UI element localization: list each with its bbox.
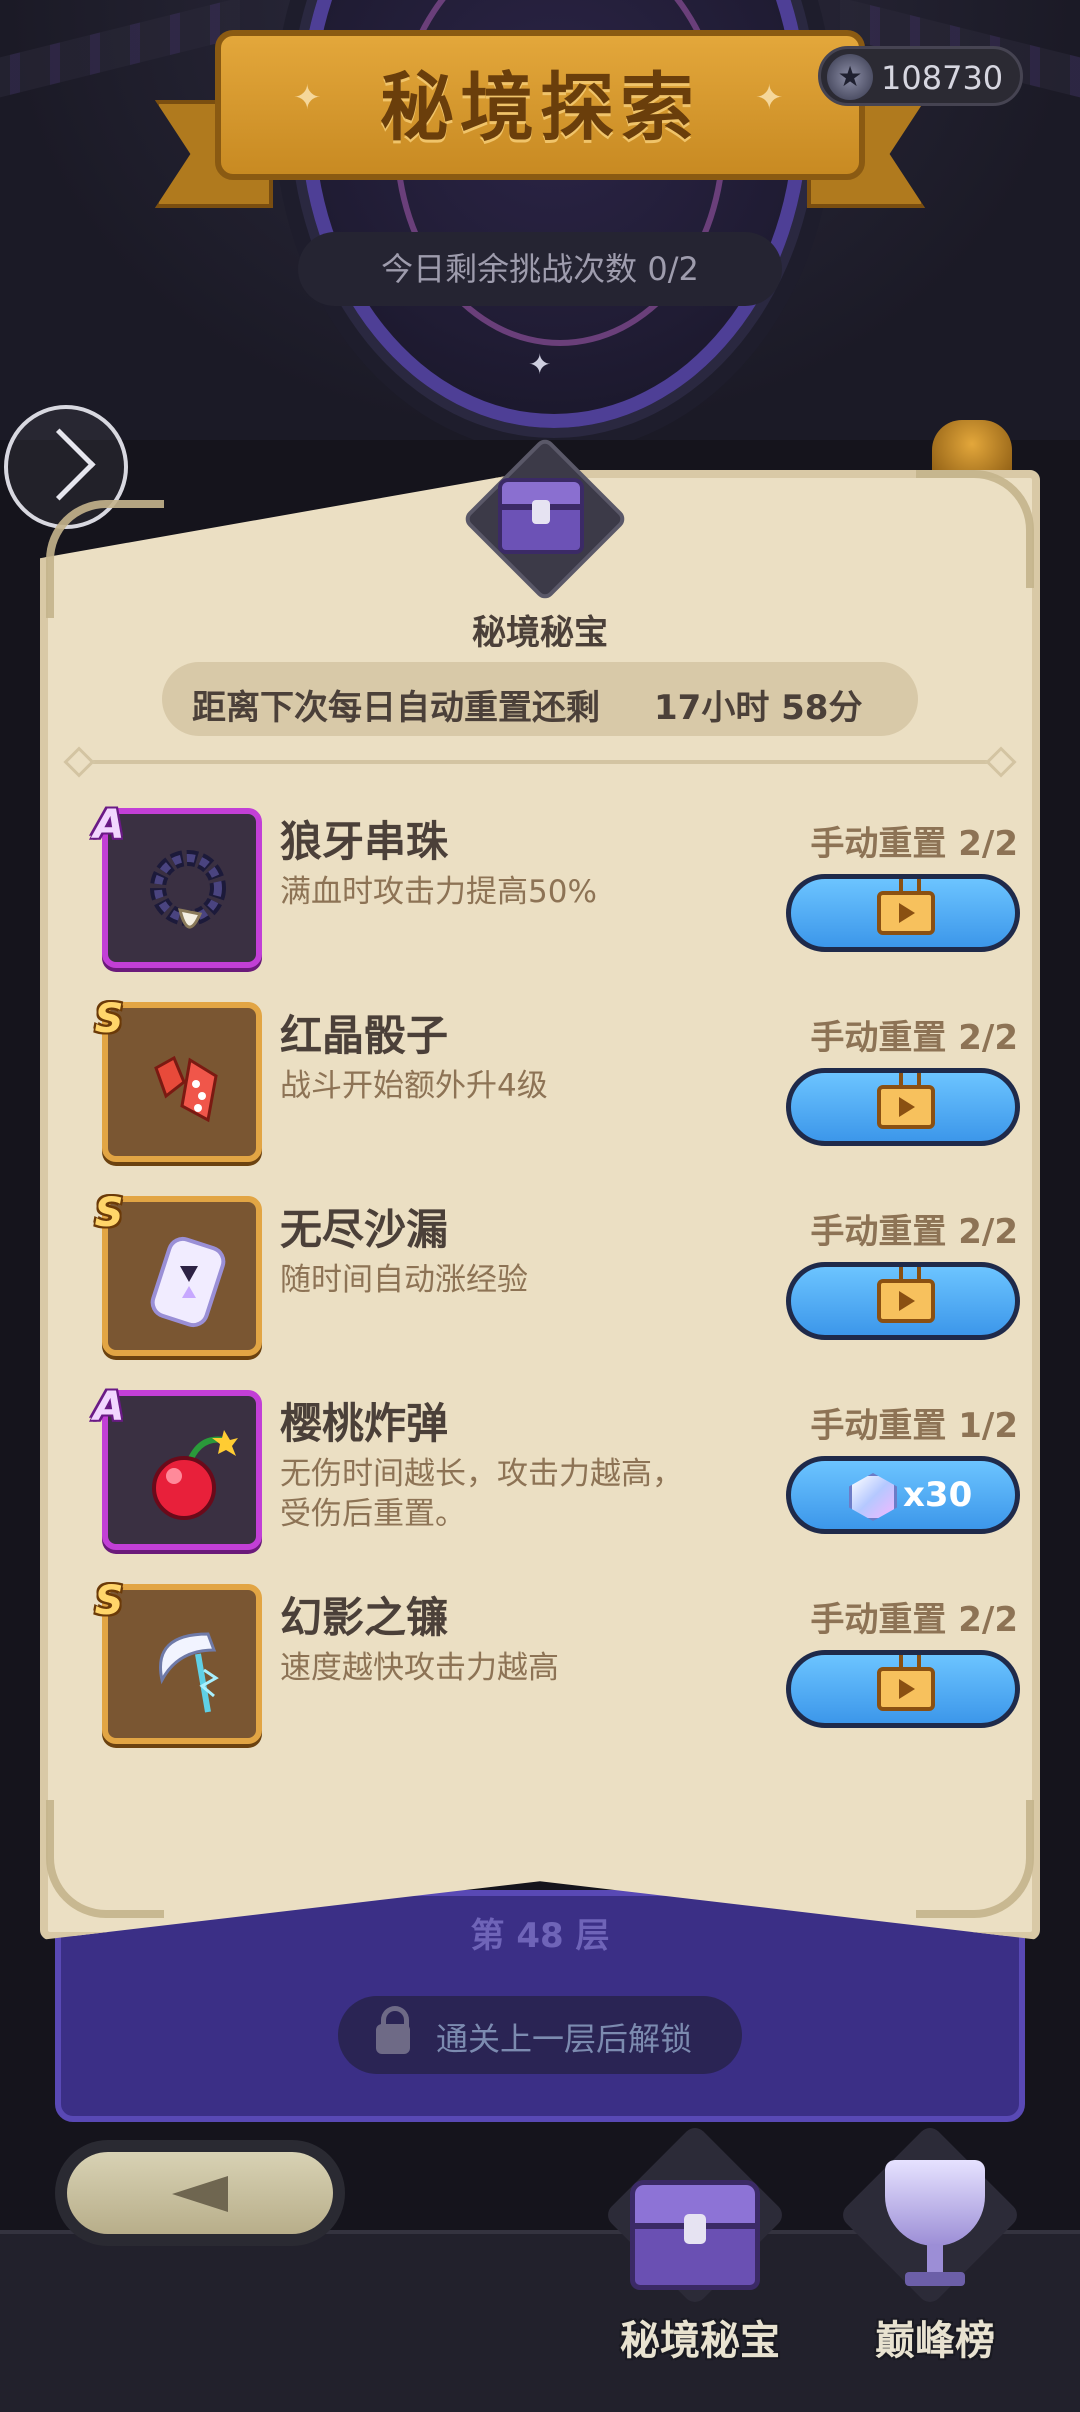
phantom-scythe-icon (159, 1632, 219, 1713)
watch-ad-reset-button[interactable] (786, 1068, 1020, 1146)
item-name: 樱桃炸弹 (280, 1399, 449, 1448)
title-banner: ✦ ✦ 秘境探索 (155, 30, 925, 208)
daily-attempts: 今日剩余挑战次数 0/2 (298, 232, 782, 306)
reset-timer-value: 17小时 58分 (654, 688, 863, 728)
grade-badge: S (94, 996, 124, 1042)
item-description: 无伤时间越长，攻击力越高，受伤后重置。 (280, 1456, 683, 1532)
gem-reset-button[interactable]: x30 (786, 1456, 1020, 1534)
corner-ornament (46, 500, 164, 618)
left-wing-decoration (0, 0, 240, 103)
watch-ad-reset-button[interactable] (786, 1262, 1020, 1340)
hourglass-icon (150, 1236, 226, 1328)
item-name: 无尽沙漏 (280, 1205, 449, 1254)
manual-reset-count: 手动重置 2/2 (810, 1212, 1018, 1252)
currency-value: 108730 (881, 59, 1004, 97)
video-ad-icon (877, 891, 935, 935)
chest-icon (630, 2180, 760, 2290)
treasure-item: A 狼牙串珠 满血时攻击力提高50% 手动重置 2/2 (90, 802, 1030, 978)
item-description: 随时间自动涨经验 (280, 1262, 528, 1298)
corner-ornament (46, 1800, 164, 1918)
fang-bead-icon (150, 850, 226, 929)
page-title: 秘境探索 (380, 65, 700, 151)
back-button-face (67, 2152, 333, 2234)
manual-reset-count: 手动重置 1/2 (810, 1406, 1018, 1446)
tab-label: 巅峰榜 (875, 2318, 995, 2364)
tab-label: 秘境秘宝 (620, 2318, 780, 2364)
gem-icon (849, 1473, 897, 1521)
reset-timer: 距离下次每日自动重置还剩 17小时 58分 (162, 662, 918, 736)
treasure-item: S 红晶骰子 战斗开始额外升4级 手动重置 2/2 (90, 996, 1030, 1172)
currency-display[interactable]: ★ 108730 (818, 46, 1023, 106)
item-description: 速度越快攻击力越高 (280, 1650, 559, 1686)
divider (72, 760, 1008, 764)
lock-icon (376, 2006, 410, 2054)
grade-badge: A (93, 1384, 125, 1430)
manual-reset-count: 手动重置 2/2 (810, 824, 1018, 864)
treasure-card: 秘境秘宝 距离下次每日自动重置还剩 17小时 58分 A 狼牙串珠 满血时攻击力… (40, 435, 1040, 1940)
watch-ad-reset-button[interactable] (786, 874, 1020, 952)
grade-badge: S (94, 1578, 124, 1624)
item-description: 战斗开始额外升4级 (280, 1068, 548, 1104)
star-coin-icon: ★ (827, 54, 873, 100)
trophy-icon (875, 2150, 995, 2300)
chest-icon (498, 478, 584, 554)
corner-ornament (916, 470, 1034, 588)
manual-reset-count: 手动重置 2/2 (810, 1600, 1018, 1640)
item-name: 红晶骰子 (280, 1011, 449, 1060)
treasure-item: S 无尽沙漏 随时间自动涨经验 手动重置 2/2 (90, 1190, 1030, 1366)
back-arrow-icon (172, 2176, 228, 2212)
item-name: 狼牙串珠 (280, 817, 449, 866)
cherry-bomb-icon (152, 1430, 238, 1520)
video-ad-icon (877, 1667, 935, 1711)
gem-cost: x30 (903, 1475, 973, 1515)
tab-secret-treasure[interactable]: 秘境秘宝 (590, 2123, 810, 2364)
sparkle-icon: ✦ (528, 348, 552, 381)
video-ad-icon (877, 1279, 935, 1323)
treasure-item: A 樱桃炸弹 无伤时间越长，攻击力越高，受伤后重置。 手动重置 1/2 x30 (90, 1384, 1030, 1560)
treasure-item: S 幻影之镰 速度越快攻击力越高 手动重置 2/2 (90, 1578, 1030, 1754)
corner-ornament (916, 1800, 1034, 1918)
item-description: 满血时攻击力提高50% (280, 874, 597, 910)
grade-badge: S (94, 1190, 124, 1236)
grade-badge: A (93, 802, 125, 848)
video-ad-icon (877, 1085, 935, 1129)
unlock-hint: 通关上一层后解锁 (338, 1996, 742, 2074)
watch-ad-reset-button[interactable] (786, 1650, 1020, 1728)
reset-timer-label: 距离下次每日自动重置还剩 (192, 688, 600, 728)
back-button[interactable] (55, 2140, 345, 2246)
red-crystal-dice-icon (154, 1055, 218, 1123)
manual-reset-count: 手动重置 2/2 (810, 1018, 1018, 1058)
card-title: 秘境秘宝 (472, 613, 608, 653)
item-name: 幻影之镰 (280, 1593, 449, 1642)
unlock-hint-text: 通关上一层后解锁 (436, 2020, 693, 2058)
tab-leaderboard[interactable]: 巅峰榜 (825, 2123, 1045, 2364)
